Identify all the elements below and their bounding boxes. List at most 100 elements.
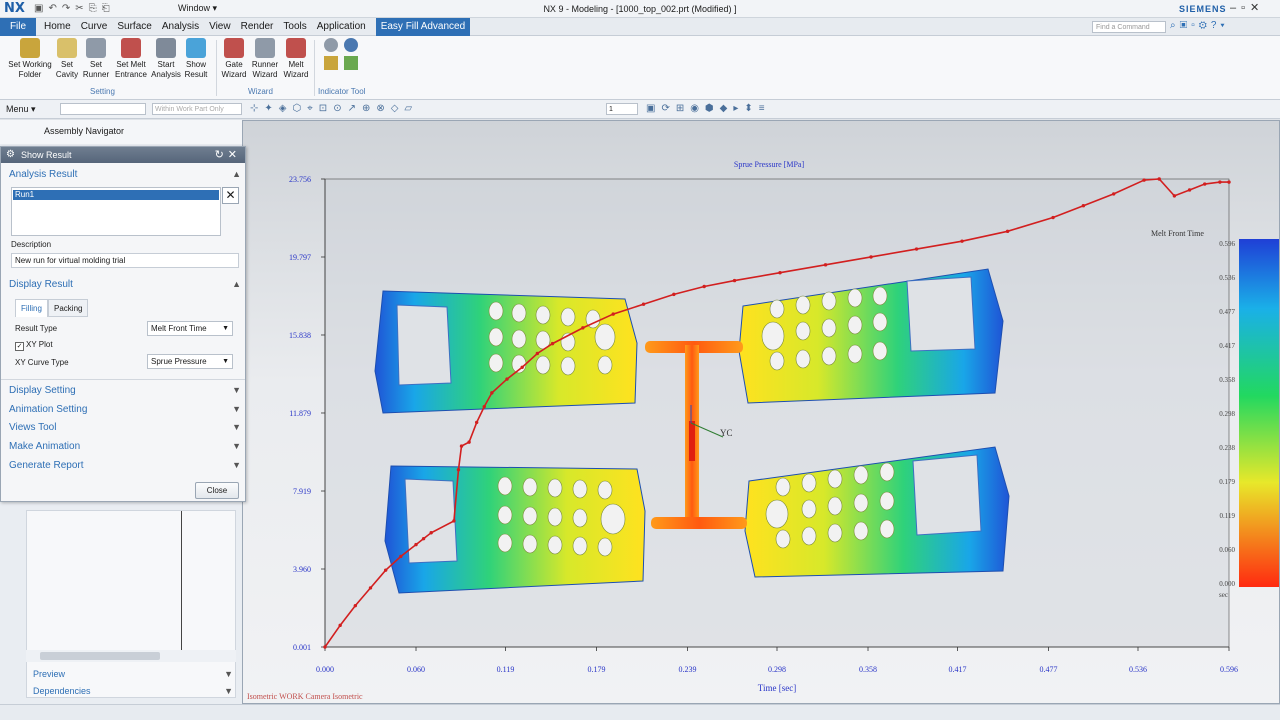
views-tool-section[interactable]: Views Tool ▼ — [9, 422, 241, 433]
data-point — [1203, 182, 1207, 186]
set-working-folder-button[interactable]: Set Working Folder — [6, 38, 54, 80]
view-icons[interactable]: ▣⟳⊞◉⬢◆▸⬍≡ — [646, 103, 771, 114]
tab-tools[interactable]: Tools — [283, 21, 306, 36]
start-analysis-button[interactable]: Start Analysis — [150, 38, 182, 80]
tab-analysis[interactable]: Analysis — [162, 21, 199, 36]
tab-packing[interactable]: Packing — [48, 299, 89, 317]
indicator-tool-icons[interactable] — [320, 38, 364, 70]
folder-icon — [20, 38, 40, 58]
preview-section[interactable]: Preview ▼ — [33, 669, 233, 679]
set-cavity-button[interactable]: Set Cavity — [54, 38, 80, 80]
description-field[interactable]: New run for virtual molding trial — [11, 253, 239, 268]
tab-render[interactable]: Render — [241, 21, 274, 36]
result-type-dropdown[interactable]: Melt Front Time ▼ — [147, 321, 233, 336]
help-icons[interactable]: ⌕▣▫⚙?▾ — [1170, 20, 1229, 31]
window-controls[interactable]: –▫✕ — [1230, 1, 1264, 14]
data-point — [383, 568, 388, 572]
legend-tick-label: 0.238 — [1219, 444, 1235, 452]
result-type-label: Result Type — [15, 324, 58, 333]
data-point — [414, 542, 418, 547]
y-tick-label: 0.001 — [293, 643, 311, 652]
x-tick-label: 0.596 — [1220, 665, 1238, 674]
graphics-window[interactable]: YC 0.001 3.960 7.919 11.879 15.838 19.797 23.7… — [242, 120, 1280, 704]
file-menu[interactable]: File — [0, 18, 36, 36]
display-setting-section[interactable]: Display Setting ▼ — [9, 385, 241, 396]
animation-setting-section[interactable]: Animation Setting ▼ — [9, 404, 241, 415]
legend-tick-label: 0.119 — [1220, 512, 1236, 520]
analysis-result-section[interactable]: Analysis Result ▲ — [9, 169, 241, 180]
preview-label: Preview — [33, 669, 66, 679]
xy-curve-type-dropdown[interactable]: Sprue Pressure ▼ — [147, 354, 233, 369]
melt-wizard-button[interactable]: Melt Wizard — [282, 38, 310, 80]
melt-wizard-label: Melt Wizard — [283, 60, 309, 79]
xy-plot-checkbox[interactable]: ✓ XY Plot — [15, 339, 53, 351]
scroll-thumb[interactable] — [40, 652, 160, 660]
data-point — [778, 270, 782, 275]
chevron-down-icon: ▼ — [232, 404, 241, 414]
make-animation-section[interactable]: Make Animation ▼ — [9, 441, 241, 452]
set-melt-entrance-label: Set Melt Entrance — [114, 60, 148, 79]
generate-report-section[interactable]: Generate Report ▼ — [9, 460, 241, 471]
data-point — [467, 440, 471, 444]
legend-tick-label: 0.477 — [1219, 308, 1235, 316]
scope-filter-dropdown[interactable]: Within Work Part Only — [152, 103, 242, 115]
data-point — [474, 420, 479, 425]
data-point — [505, 377, 509, 381]
set-runner-button[interactable]: Set Runner — [82, 38, 110, 80]
display-setting-label: Display Setting — [9, 385, 76, 396]
tab-home[interactable]: Home — [44, 21, 71, 36]
run-item-selected[interactable]: Run1 — [13, 190, 219, 200]
tab-easy-fill-advanced[interactable]: Easy Fill Advanced — [375, 18, 471, 36]
indicator-clock-icon — [344, 38, 358, 52]
dialog-controls[interactable]: ↻✕ — [215, 147, 241, 163]
legend-tick-label: 0.060 — [1219, 546, 1235, 554]
display-result-section[interactable]: Display Result ▲ — [9, 279, 241, 290]
snap-icons[interactable]: ⊹✦◈⬡⌖⊡⊙↗⊕⊗◇▱ — [250, 103, 418, 114]
chevron-down-icon: ▼ — [232, 422, 241, 432]
legend-tick-label: 0.179 — [1219, 478, 1235, 486]
close-button[interactable]: Close — [195, 482, 239, 499]
gate-wizard-label: Gate Wizard — [221, 60, 247, 79]
group-wizard-label: Wizard — [248, 87, 273, 96]
y-tick-label: 3.960 — [293, 565, 311, 574]
tab-filling[interactable]: Filling — [15, 299, 48, 317]
tab-surface[interactable]: Surface — [117, 21, 151, 36]
chevron-down-icon: ▼ — [222, 325, 229, 332]
assembly-navigator-header[interactable]: Assembly Navigator — [0, 120, 242, 144]
data-point — [581, 326, 585, 330]
scale-input[interactable]: 1 — [606, 103, 638, 115]
chart-title: Sprue Pressure [MPa] — [734, 160, 805, 169]
x-tick-label: 0.358 — [859, 665, 877, 674]
data-point — [459, 444, 464, 448]
show-result-button[interactable]: Show Result — [182, 38, 210, 80]
data-point — [429, 531, 433, 535]
melt-entrance-icon — [121, 38, 141, 58]
find-command-input[interactable]: Find a Command — [1092, 21, 1166, 33]
nx-window: NX ▣↶↷✂⎘⎗ Window ▾ NX 9 - Modeling - [10… — [0, 0, 1280, 720]
legend-tick-label: 0.417 — [1219, 342, 1235, 350]
run-list[interactable]: Run1 — [11, 187, 221, 236]
data-point — [550, 341, 555, 346]
data-point — [823, 263, 828, 267]
type-filter-dropdown[interactable] — [60, 103, 146, 115]
make-animation-label: Make Animation — [9, 441, 81, 452]
runner-wizard-button[interactable]: Runner Wizard — [250, 38, 280, 80]
tab-application[interactable]: Application — [317, 21, 366, 36]
gate-wizard-button[interactable]: Gate Wizard — [220, 38, 248, 80]
tab-curve[interactable]: Curve — [81, 21, 108, 36]
chevron-down-icon: ▼ — [222, 358, 229, 365]
delete-run-button[interactable]: ✕ — [222, 187, 239, 204]
yc-axis-label: YC — [720, 428, 733, 438]
horizontal-scrollbar[interactable] — [26, 650, 236, 662]
dependencies-section[interactable]: Dependencies ▼ — [33, 686, 233, 696]
tab-view[interactable]: View — [209, 21, 231, 36]
set-melt-entrance-button[interactable]: Set Melt Entrance — [113, 38, 149, 80]
chevron-up-icon: ▲ — [232, 169, 241, 179]
cavity-icon — [57, 38, 77, 58]
window-title: NX 9 - Modeling - [1000_top_002.prt (Mod… — [543, 4, 737, 14]
data-point — [452, 519, 456, 523]
menu-button[interactable]: Menu ▾ — [6, 104, 36, 115]
chevron-down-icon: ▼ — [224, 669, 233, 679]
x-tick-label: 0.536 — [1129, 665, 1147, 674]
y-tick-label: 11.879 — [289, 409, 311, 418]
